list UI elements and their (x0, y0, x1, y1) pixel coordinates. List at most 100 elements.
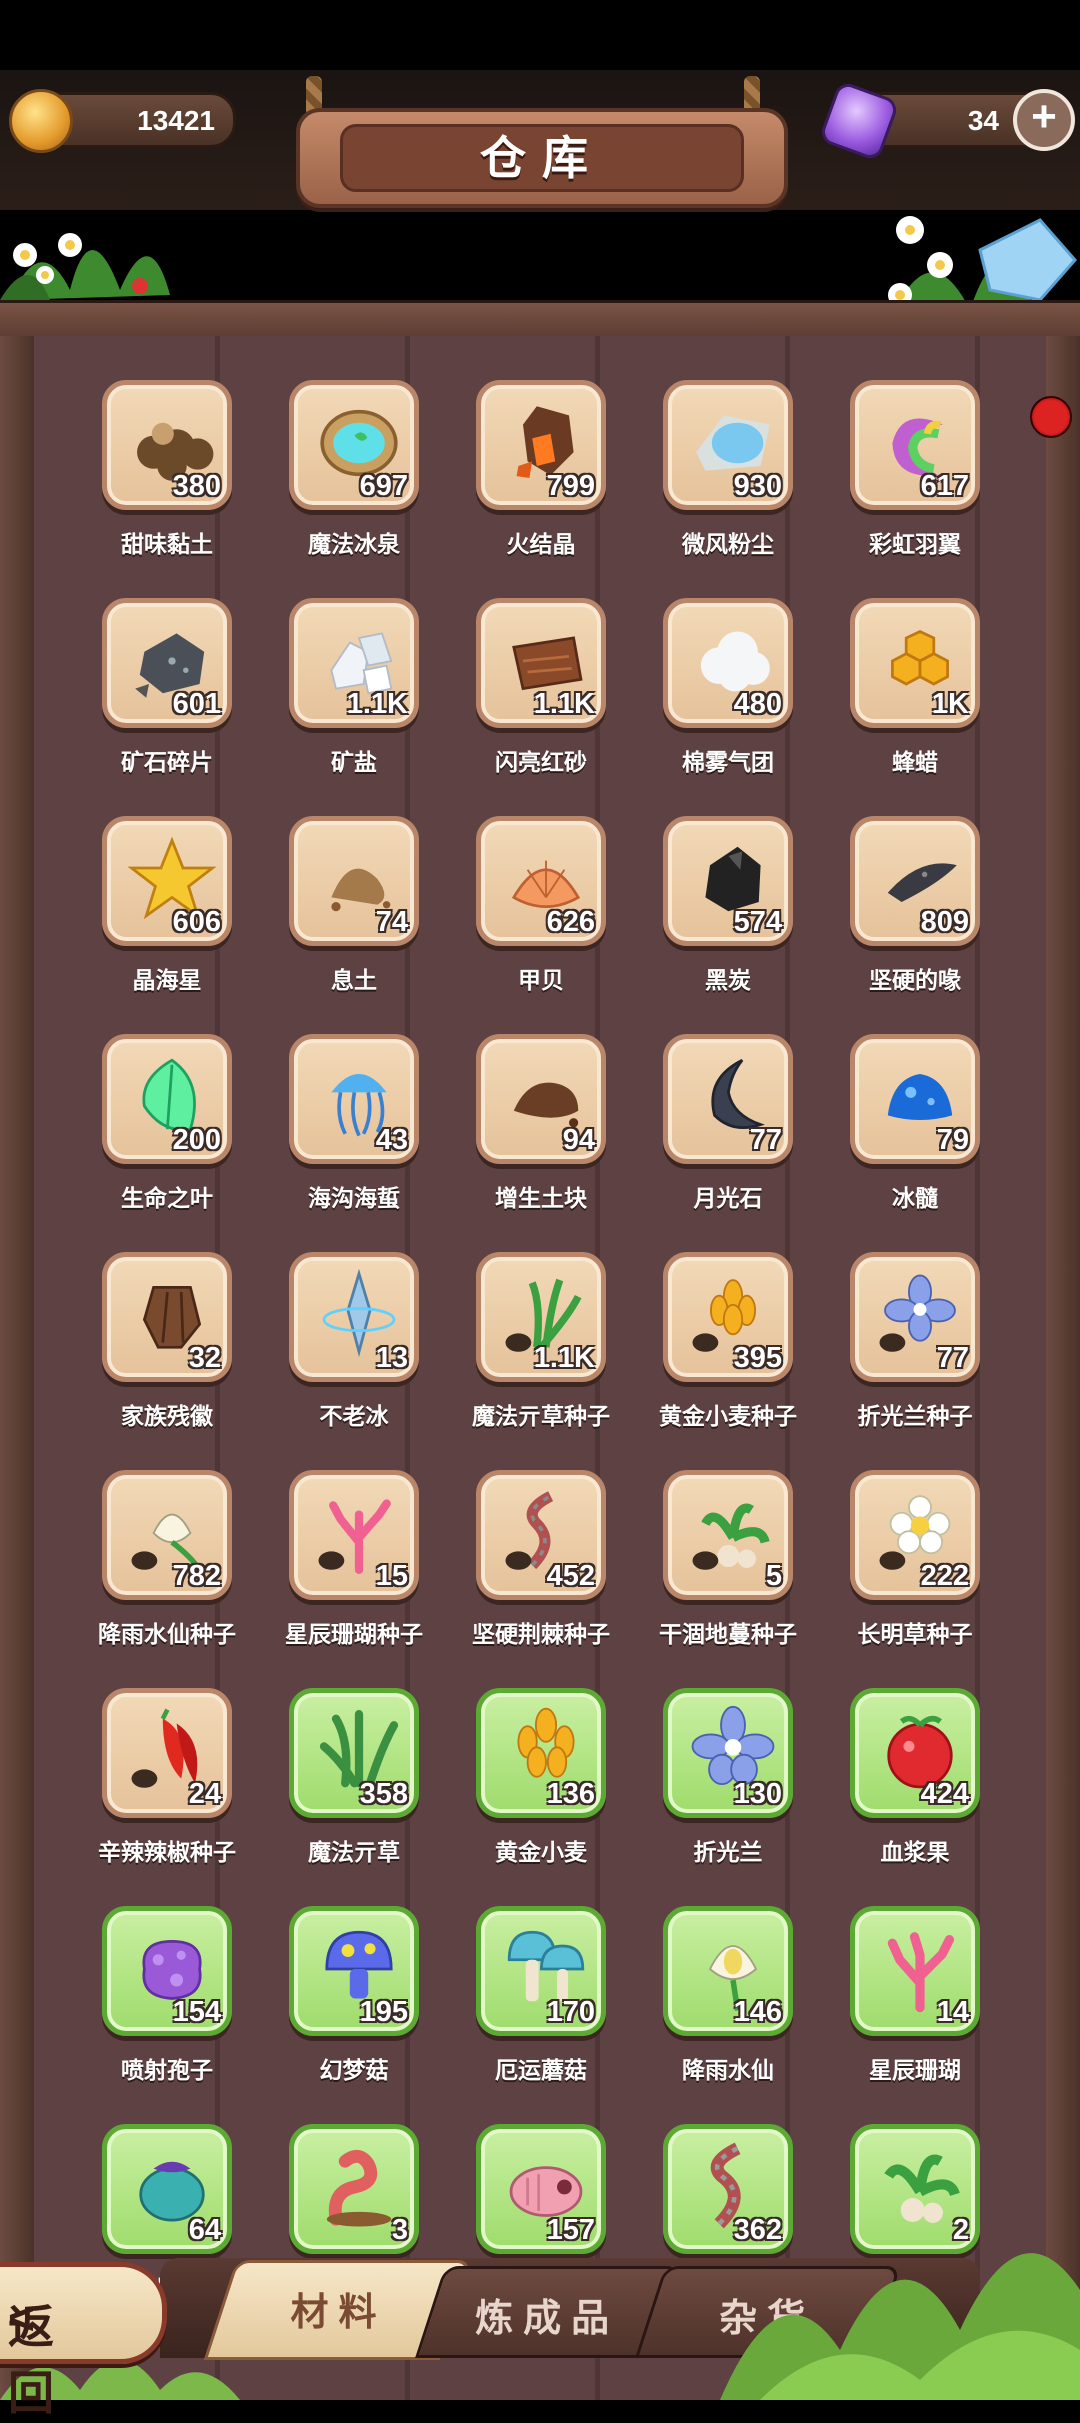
item-frame: 617 (850, 380, 980, 510)
item-frame: 79 (850, 1034, 980, 1164)
item-slot[interactable]: 1.1K 魔法亓草种子 (472, 1252, 610, 1429)
back-button[interactable]: < 返回 (0, 2262, 167, 2419)
item-frame: 195 (289, 1906, 419, 2036)
item-quantity: 452 (546, 1560, 595, 1592)
item-slot[interactable]: 697 魔法冰泉 (289, 380, 419, 557)
item-slot[interactable]: 24 辛辣辣椒种子 (98, 1688, 236, 1865)
item-slot[interactable]: 79 冰髓 (850, 1034, 980, 1211)
item-name: 降雨水仙 (682, 2057, 774, 2083)
item-name: 棉雾气团 (682, 749, 774, 775)
item-slot[interactable]: 617 彩虹羽翼 (850, 380, 980, 557)
item-name: 闪亮红砂 (495, 749, 587, 775)
item-frame: 77 (663, 1034, 793, 1164)
item-frame: 601 (102, 598, 232, 728)
item-quantity: 380 (172, 470, 221, 502)
item-slot[interactable]: 136 黄金小麦 (476, 1688, 606, 1865)
item-quantity: 424 (920, 1778, 969, 1810)
item-slot[interactable]: 480 棉雾气团 (663, 598, 793, 775)
item-frame: 130 (663, 1688, 793, 1818)
item-name: 黑炭 (705, 967, 751, 993)
item-name: 魔法冰泉 (308, 531, 400, 557)
item-slot[interactable]: 424 血浆果 (850, 1688, 980, 1865)
item-name: 不老冰 (319, 1403, 389, 1429)
item-name: 冰髓 (892, 1185, 938, 1211)
item-slot[interactable]: 154 喷射孢子 (102, 1906, 232, 2083)
item-slot[interactable]: 200 生命之叶 (102, 1034, 232, 1211)
item-frame: 809 (850, 816, 980, 946)
item-frame: 24 (102, 1688, 232, 1818)
item-slot[interactable]: 1.1K 闪亮红砂 (476, 598, 606, 775)
item-slot[interactable]: 930 微风粉尘 (663, 380, 793, 557)
page-title: 仓库 (480, 132, 604, 184)
item-quantity: 13 (375, 1342, 408, 1374)
item-slot[interactable]: 5 干涸地蔓种子 (659, 1470, 797, 1647)
item-slot[interactable]: 809 坚硬的喙 (850, 816, 980, 993)
item-frame: 358 (289, 1688, 419, 1818)
item-quantity: 626 (546, 906, 595, 938)
item-quantity: 1.1K (533, 1342, 595, 1374)
item-name: 增生土块 (495, 1185, 587, 1211)
item-quantity: 799 (546, 470, 595, 502)
item-quantity: 94 (562, 1124, 595, 1156)
item-slot[interactable]: 170 厄运蘑菇 (476, 1906, 606, 2083)
item-name: 微风粉尘 (682, 531, 774, 557)
item-slot[interactable]: 130 折光兰 (663, 1688, 793, 1865)
grass-decoration-right (720, 2253, 1080, 2400)
item-quantity: 1.1K (346, 688, 408, 720)
item-slot[interactable]: 1K 蜂蜡 (850, 598, 980, 775)
item-quantity: 77 (936, 1342, 969, 1374)
item-frame: 146 (663, 1906, 793, 2036)
item-slot[interactable]: 32 家族残徽 (102, 1252, 232, 1429)
item-frame: 94 (476, 1034, 606, 1164)
item-slot[interactable]: 14 星辰珊瑚 (850, 1906, 980, 2083)
item-slot[interactable]: 146 降雨水仙 (663, 1906, 793, 2083)
item-slot[interactable]: 395 黄金小麦种子 (659, 1252, 797, 1429)
item-quantity: 601 (172, 688, 221, 720)
item-frame: 1K (850, 598, 980, 728)
item-slot[interactable]: 782 降雨水仙种子 (98, 1470, 236, 1647)
item-name: 喷射孢子 (121, 2057, 213, 2083)
item-frame: 74 (289, 816, 419, 946)
item-slot[interactable]: 74 息土 (289, 816, 419, 993)
item-name: 生命之叶 (121, 1185, 213, 1211)
item-slot[interactable]: 43 海沟海蜇 (289, 1034, 419, 1211)
flower-decoration-left (0, 233, 170, 300)
item-slot[interactable]: 358 魔法亓草 (289, 1688, 419, 1865)
item-slot[interactable]: 626 甲贝 (476, 816, 606, 993)
item-slot[interactable]: 3 (289, 2124, 419, 2254)
item-quantity: 200 (172, 1124, 221, 1156)
item-slot[interactable]: 1.1K 矿盐 (289, 598, 419, 775)
item-frame: 799 (476, 380, 606, 510)
item-quantity: 358 (359, 1778, 408, 1810)
item-slot[interactable]: 606 晶海星 (102, 816, 232, 993)
item-slot[interactable]: 799 火结晶 (476, 380, 606, 557)
crown-coin-icon (9, 89, 73, 153)
item-quantity: 77 (749, 1124, 782, 1156)
item-slot[interactable]: 157 (476, 2124, 606, 2254)
item-quantity: 146 (733, 1996, 782, 2028)
item-frame: 64 (102, 2124, 232, 2254)
item-name: 厄运蘑菇 (495, 2057, 587, 2083)
item-name: 息土 (331, 967, 377, 993)
item-slot[interactable]: 64果 (102, 2124, 232, 2301)
item-slot[interactable]: 222 长明草种子 (850, 1470, 980, 1647)
item-quantity: 130 (733, 1778, 782, 1810)
item-name: 矿盐 (331, 749, 377, 775)
item-frame: 14 (850, 1906, 980, 2036)
item-slot[interactable]: 77 月光石 (663, 1034, 793, 1211)
item-name: 月光石 (693, 1185, 763, 1211)
item-slot[interactable]: 452 坚硬荆棘种子 (472, 1470, 610, 1647)
item-slot[interactable]: 380 甜味黏土 (102, 380, 232, 557)
item-frame: 626 (476, 816, 606, 946)
item-quantity: 136 (546, 1778, 595, 1810)
add-gems-button[interactable]: + (1013, 89, 1075, 151)
item-slot[interactable]: 94 增生土块 (476, 1034, 606, 1211)
item-slot[interactable]: 574 黑炭 (663, 816, 793, 993)
item-slot[interactable]: 77 折光兰种子 (850, 1252, 980, 1429)
item-slot[interactable]: 195 幻梦菇 (289, 1906, 419, 2083)
item-name: 甲贝 (518, 967, 564, 993)
item-slot[interactable]: 13 不老冰 (289, 1252, 419, 1429)
item-slot[interactable]: 601 矿石碎片 (102, 598, 232, 775)
item-slot[interactable]: 15 星辰珊瑚种子 (285, 1470, 423, 1647)
gem-counter: 34 + (817, 79, 1075, 163)
